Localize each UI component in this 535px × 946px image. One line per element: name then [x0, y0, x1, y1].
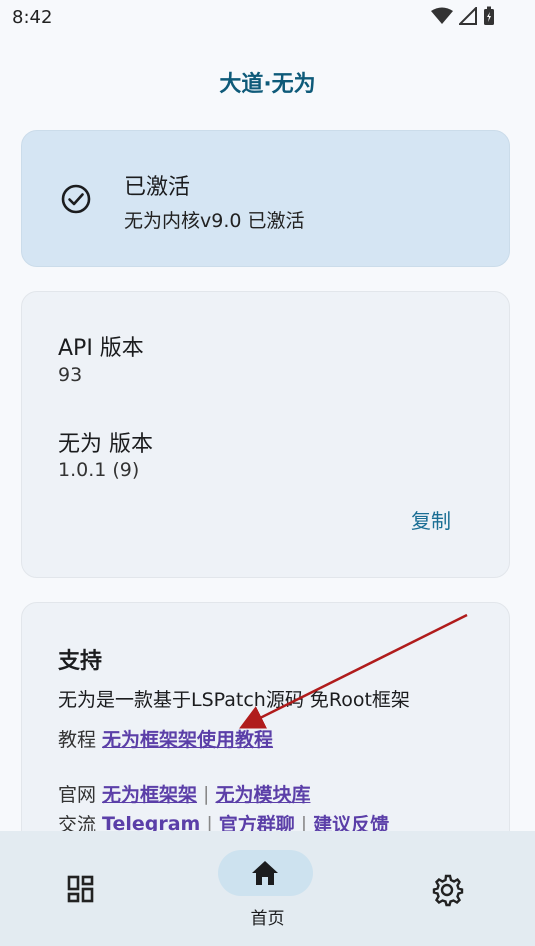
website-link-framework[interactable]: 无为框架架 [102, 780, 197, 807]
check-circle-icon [61, 184, 91, 214]
website-link-modules[interactable]: 无为模块库 [215, 780, 310, 807]
tutorial-link[interactable]: 无为框架架使用教程 [102, 725, 273, 752]
app-version-value: 1.0.1 (9) [58, 459, 140, 481]
nav-home[interactable] [218, 850, 313, 896]
support-description: 无为是一款基于LSPatch源码 免Root框架 [58, 689, 410, 711]
separator: | [203, 782, 210, 805]
gear-icon [432, 874, 464, 907]
wifi-icon [431, 7, 453, 24]
battery-icon [484, 6, 494, 25]
app-version-label: 无为 版本 [58, 432, 153, 457]
tutorial-prefix: 教程 [58, 729, 97, 751]
copy-button[interactable]: 复制 [411, 505, 451, 534]
status-bar: 8:42 [0, 0, 535, 36]
version-info-card: API 版本 93 无为 版本 1.0.1 (9) 复制 [21, 291, 510, 578]
nav-settings[interactable] [430, 873, 464, 911]
tutorial-row: 教程 无为框架架使用教程 [58, 725, 273, 752]
signal-icon [459, 7, 477, 25]
status-subtitle: 无为内核v9.0 已激活 [124, 210, 305, 232]
website-prefix: 官网 [58, 784, 97, 806]
status-title: 已激活 [124, 175, 191, 200]
bottom-navigation: 首页 [0, 831, 535, 946]
grid-icon [67, 875, 94, 903]
status-time: 8:42 [12, 7, 53, 28]
status-icons [431, 6, 495, 26]
api-version-value: 93 [58, 364, 83, 386]
support-title: 支持 [58, 649, 103, 674]
page-title: 大道·无为 [219, 72, 316, 97]
website-row: 官网 无为框架架 | 无为模块库 [58, 780, 310, 807]
status-card: 已激活 无为内核v9.0 已激活 [21, 130, 510, 267]
home-icon [252, 861, 278, 885]
api-version-label: API 版本 [58, 336, 144, 361]
